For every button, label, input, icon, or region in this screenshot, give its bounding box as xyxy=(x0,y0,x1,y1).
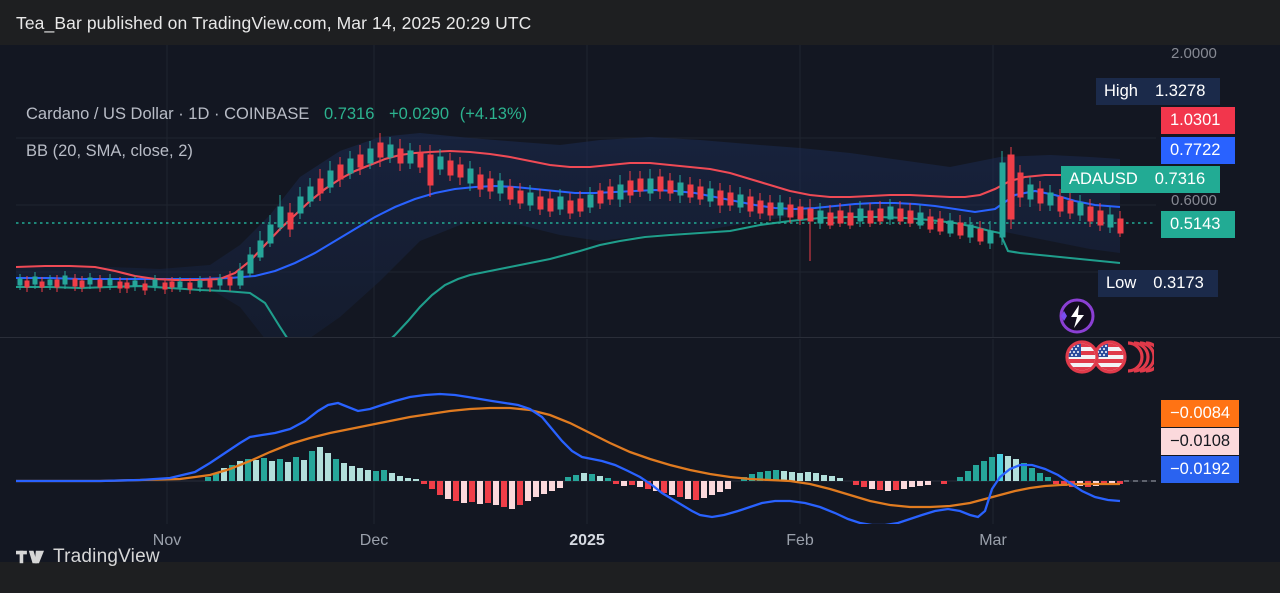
tradingview-logo[interactable]: TradingView xyxy=(16,546,160,568)
macd-signal-badge-value: −0.0084 xyxy=(1161,400,1240,427)
lightning-sparkle-icon[interactable] xyxy=(1053,296,1097,340)
bb-middle-badge-value: 0.7722 xyxy=(1161,137,1235,164)
time-axis[interactable]: Nov Dec 2025 Feb Mar xyxy=(0,532,1280,562)
chart-body: Cardano / US Dollar · 1D · COINBASE 0.73… xyxy=(0,45,1280,532)
us-flag-coin-back xyxy=(1093,340,1127,374)
macd-signal-line xyxy=(16,406,1120,509)
tradingview-mark-icon xyxy=(16,550,44,564)
symbol-legend-title: Cardano / US Dollar · 1D · COINBASE xyxy=(26,105,310,123)
footer: TradingView xyxy=(0,546,1280,593)
symbol-legend[interactable]: Cardano / US Dollar · 1D · COINBASE 0.73… xyxy=(26,105,527,124)
bb-upper-badge-value: 1.0301 xyxy=(1161,107,1235,134)
tradingview-chart-screenshot: Tea_Bar published on TradingView.com, Ma… xyxy=(0,0,1280,593)
legend-change-abs: +0.0290 xyxy=(389,105,450,123)
bb-lower-badge[interactable]: 0.5143 xyxy=(1161,211,1235,238)
publish-header-text: Tea_Bar published on TradingView.com, Ma… xyxy=(16,13,532,33)
time-axis-tick-dec: Dec xyxy=(359,532,389,549)
us-flag-coin-front xyxy=(1065,340,1099,374)
last-price-badge-value: 0.7316 xyxy=(1145,166,1220,193)
high-badge[interactable]: High 1.3278 xyxy=(1096,78,1220,105)
macd-histogram-badge[interactable]: −0.0108 xyxy=(1161,428,1240,455)
bb-lower-badge-value: 0.5143 xyxy=(1161,211,1235,238)
macd-grid-vertical xyxy=(166,339,994,524)
legend-change-pct: (+4.13%) xyxy=(459,105,528,123)
macd-signal-badge[interactable]: −0.0084 xyxy=(1161,400,1240,427)
low-badge[interactable]: Low 0.3173 xyxy=(1098,270,1219,297)
price-axis-tick-0: 2.0000 xyxy=(1171,45,1217,62)
time-axis-tick-mar: Mar xyxy=(979,532,1007,549)
publish-header: Tea_Bar published on TradingView.com, Ma… xyxy=(0,0,1280,45)
bb-middle-badge[interactable]: 0.7722 xyxy=(1161,137,1235,164)
last-price-badge[interactable]: ADAUSD 0.7316 xyxy=(1061,166,1220,193)
price-axis-tick-1: 0.6000 xyxy=(1171,192,1217,209)
high-badge-value: 1.3278 xyxy=(1145,78,1220,105)
low-badge-value: 0.3173 xyxy=(1144,270,1219,297)
low-badge-label: Low xyxy=(1098,270,1145,297)
tradingview-wordmark: TradingView xyxy=(53,546,160,567)
macd-line-badge-value: −0.0192 xyxy=(1161,456,1240,483)
bollinger-fill xyxy=(16,133,1120,337)
time-axis-tick-2025: 2025 xyxy=(569,532,605,549)
bollinger-legend[interactable]: BB (20, SMA, close, 2) xyxy=(26,142,193,161)
legend-last-price: 0.7316 xyxy=(323,105,375,123)
time-axis-tick-feb: Feb xyxy=(786,532,814,549)
bb-upper-badge[interactable]: 1.0301 xyxy=(1161,107,1235,134)
last-price-badge-label: ADAUSD xyxy=(1061,166,1146,193)
macd-line-badge[interactable]: −0.0192 xyxy=(1161,456,1240,483)
us-flag-coin-stack-icon[interactable] xyxy=(1058,335,1154,381)
macd-histogram-badge-value: −0.0108 xyxy=(1161,428,1240,455)
high-badge-label: High xyxy=(1096,78,1146,105)
